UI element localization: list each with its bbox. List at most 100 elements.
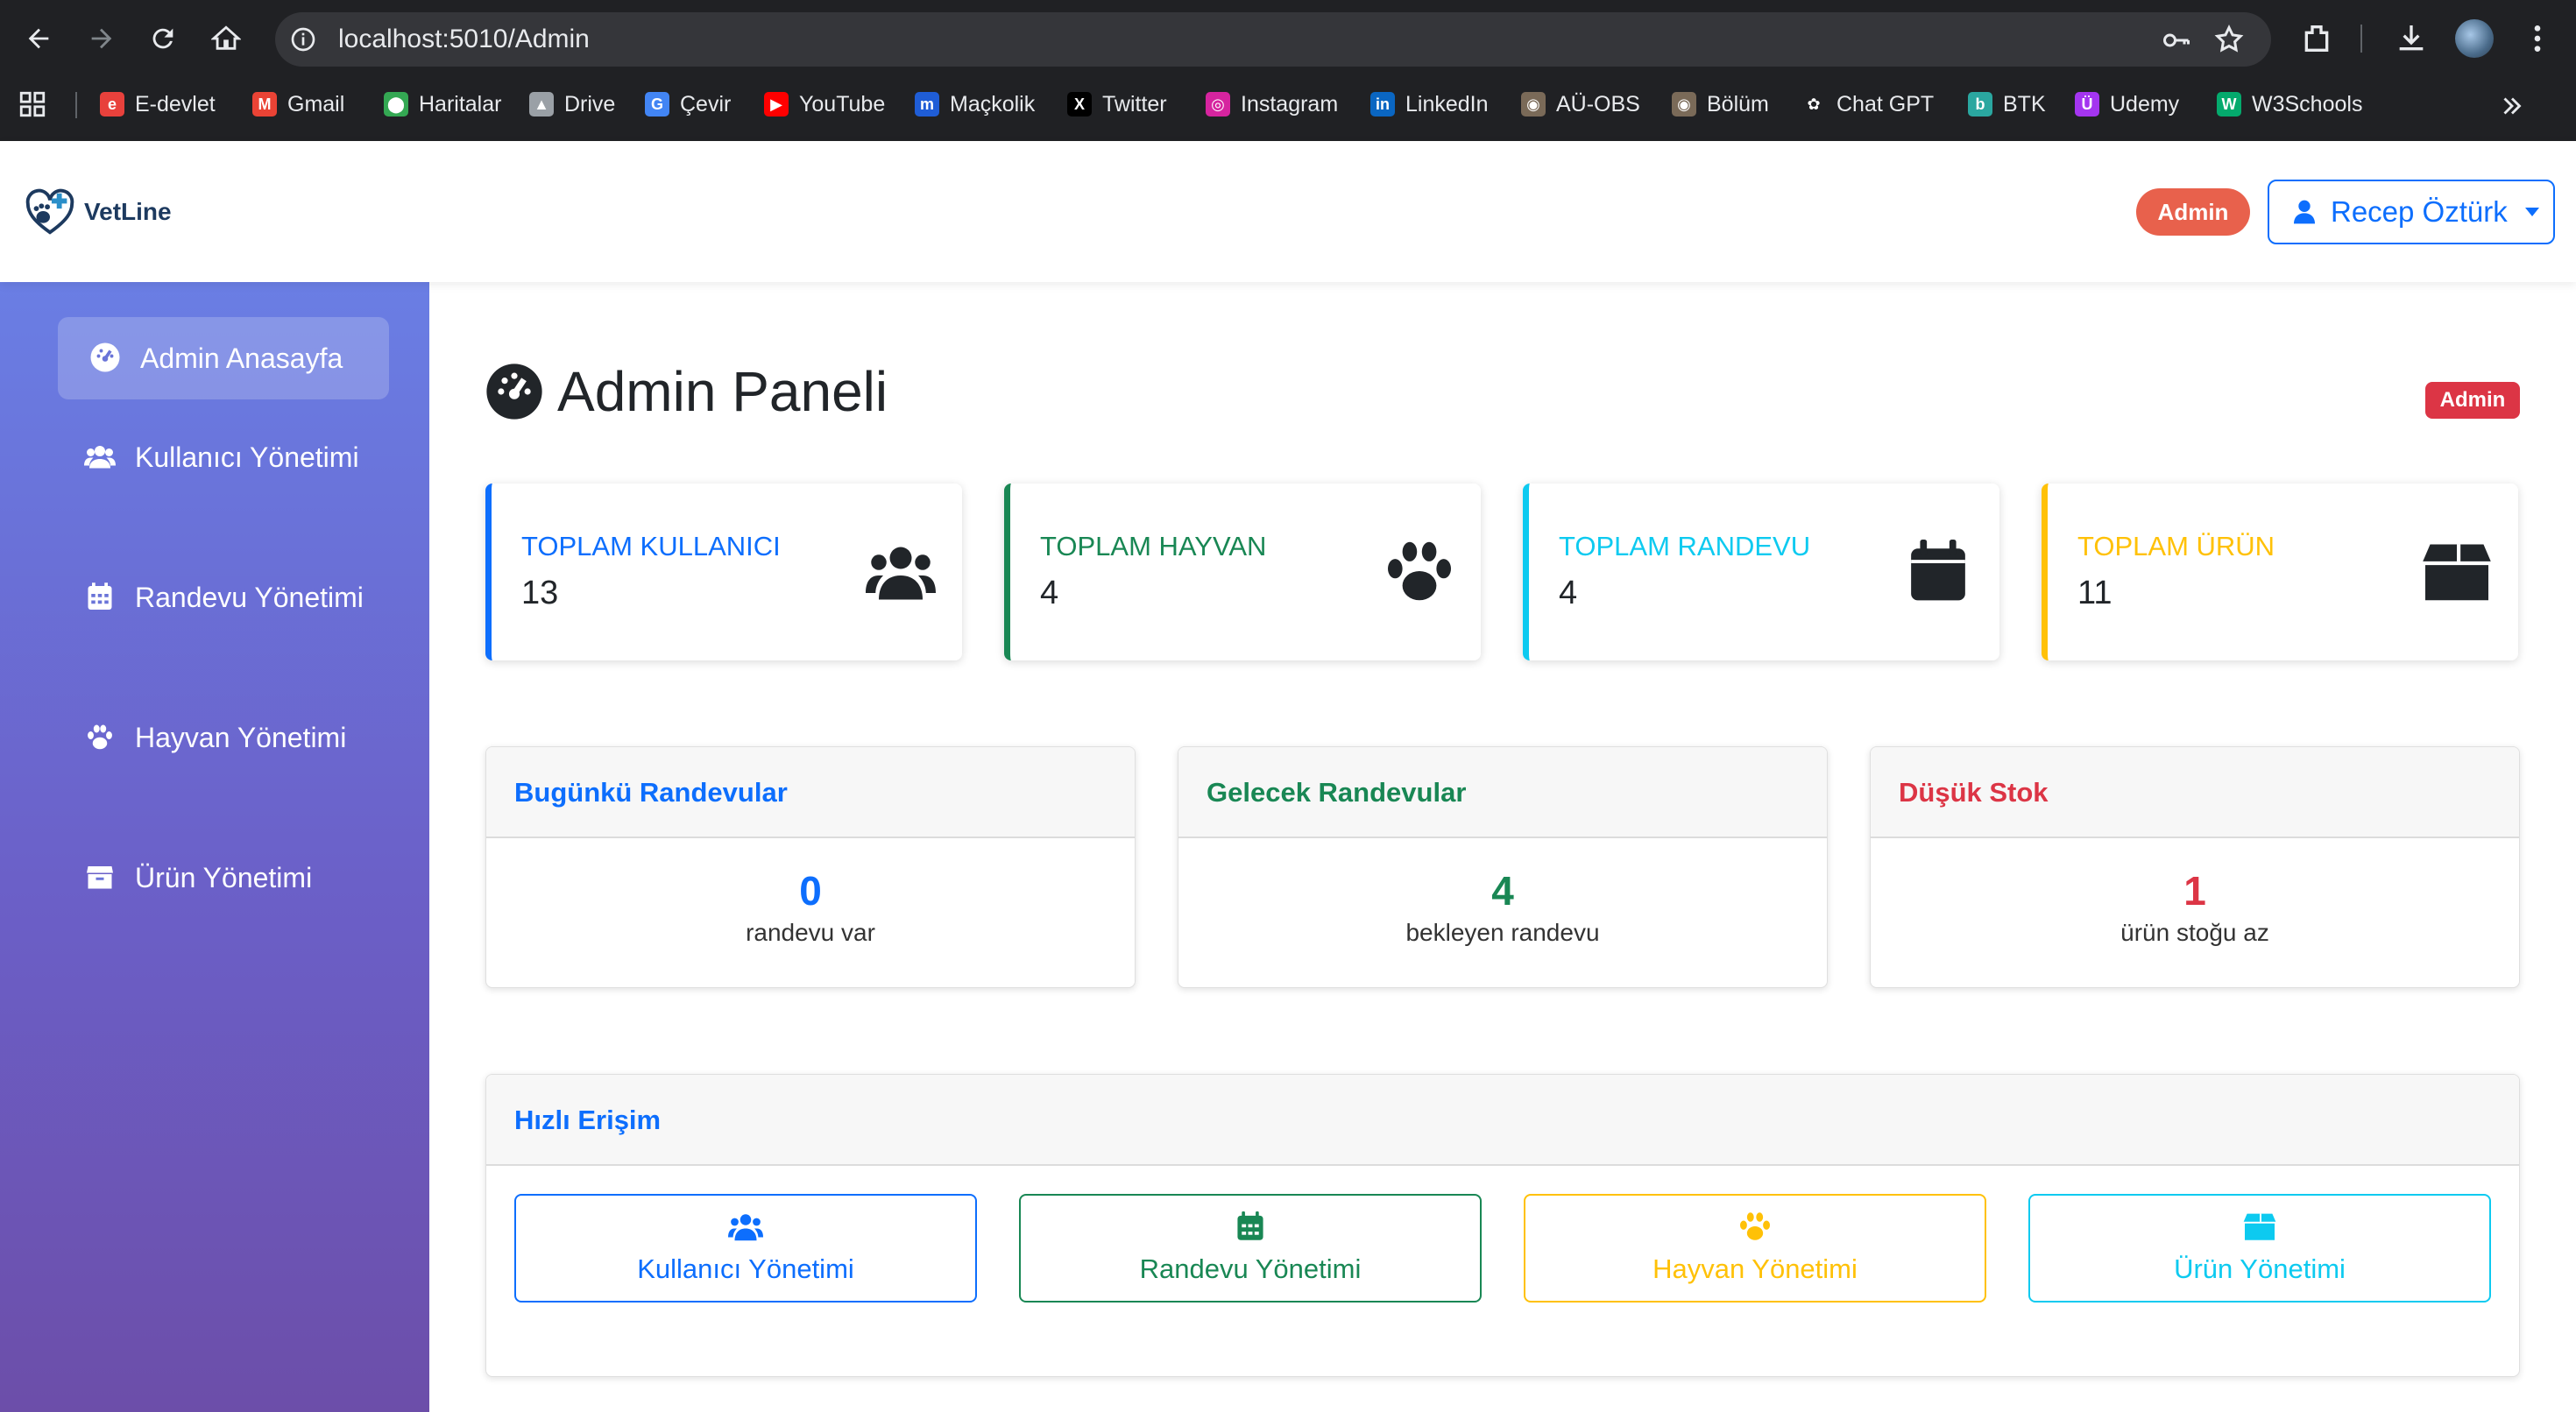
x-icon: X [1067, 92, 1092, 116]
quick-button-label: Hayvan Yönetimi [1652, 1253, 1858, 1284]
panel-number: 0 [799, 868, 822, 914]
box-icon [2423, 544, 2491, 601]
panel-subtitle: bekleyen randevu [1405, 919, 1600, 946]
user-name: Recep Öztürk [2331, 195, 2508, 228]
quick-users-button[interactable]: Kullanıcı Yönetimi [514, 1194, 977, 1303]
panel-upcoming-appointments: Gelecek Randevular 4 bekleyen randevu [1178, 746, 1828, 988]
bookmark-label: Drive [564, 91, 616, 116]
bookmark-w3schools[interactable]: W W3Schools [2217, 84, 2362, 124]
bookmark-label: Gmail [287, 91, 345, 116]
paw-icon [88, 724, 112, 750]
sidebar-item-label: Admin Anasayfa [140, 342, 343, 374]
bookmark-haritalar[interactable]: ⬤ Haritalar [384, 84, 501, 124]
sidebar-item-animals[interactable]: Hayvan Yönetimi [84, 717, 417, 759]
bookmark-udemy[interactable]: Ü Udemy [2075, 84, 2179, 124]
bookmark-ma-kolik[interactable]: m Maçkolik [915, 84, 1035, 124]
bookmark-drive[interactable]: ▲ Drive [529, 84, 615, 124]
brand-name: VetLine [84, 198, 172, 225]
bookmark-instagram[interactable]: ◎ Instagram [1206, 84, 1338, 124]
btk-icon: b [1968, 92, 1992, 116]
bookmark-btk[interactable]: b BTK [1968, 84, 2046, 124]
panel-title: Gelecek Randevular [1178, 747, 1827, 838]
page-title: Admin Paneli [485, 359, 888, 424]
bookmark-b-l-m[interactable]: ◉ Bölüm [1672, 84, 1769, 124]
quick-products-button[interactable]: Ürün Yönetimi [2028, 1194, 2491, 1303]
bookmark-chat-gpt[interactable]: ✿ Chat GPT [1801, 84, 1934, 124]
bookmark-label: E-devlet [135, 91, 216, 116]
role-badge: Admin [2136, 188, 2250, 236]
panel-title: Düşük Stok [1871, 747, 2519, 838]
sidebar: Admin Anasayfa Kullanıcı Yönetimi Randev… [0, 282, 429, 1412]
dashboard-icon [486, 364, 542, 420]
bookmark-label: Haritalar [419, 91, 502, 116]
bookmark-youtube[interactable]: ▶ YouTube [764, 84, 885, 124]
quick-animals-button[interactable]: Hayvan Yönetimi [1524, 1194, 1986, 1303]
bookmark-twitter[interactable]: X Twitter [1067, 84, 1167, 124]
sidebar-item-products[interactable]: Ürün Yönetimi [84, 857, 417, 899]
paw-icon [1388, 541, 1451, 601]
stat-label: TOPLAM KULLANICI [521, 531, 781, 561]
bookmark-label: Çevir [680, 91, 732, 116]
gmail-icon: M [252, 92, 277, 116]
panel-subtitle: randevu var [746, 919, 875, 946]
users-icon [84, 446, 116, 469]
university-seal-icon: ◉ [1521, 92, 1546, 116]
stat-card-products: TOPLAM ÜRÜN 11 [2042, 484, 2518, 660]
app-header: VetLine Admin Recep Öztürk [0, 141, 2576, 282]
caret-down-icon [2524, 208, 2539, 216]
stat-label: TOPLAM ÜRÜN [2077, 531, 2275, 561]
reload-button[interactable] [144, 19, 182, 58]
sidebar-item-appointments[interactable]: Randevu Yönetimi [84, 576, 417, 618]
stat-card-animals: TOPLAM HAYVAN 4 [1004, 484, 1481, 660]
panel-today-appointments: Bugünkü Randevular 0 randevu var [485, 746, 1136, 988]
users-icon [866, 547, 936, 600]
bookmark-star-icon[interactable] [2213, 24, 2245, 55]
forward-button[interactable] [82, 19, 121, 58]
address-bar[interactable]: localhost:5010/Admin [275, 12, 2271, 67]
url-text: localhost:5010/Admin [338, 25, 590, 53]
maps-icon: ⬤ [384, 92, 408, 116]
quick-appointments-button[interactable]: Randevu Yönetimi [1019, 1194, 1482, 1303]
user-menu-button[interactable]: Recep Öztürk [2268, 180, 2555, 244]
sidebar-item-admin-home[interactable]: Admin Anasayfa [89, 337, 387, 379]
sidebar-item-label: Kullanıcı Yönetimi [135, 441, 359, 473]
admin-badge: Admin [2425, 382, 2520, 419]
vetline-logo-icon [25, 188, 74, 235]
w3schools-icon: W [2217, 92, 2241, 116]
stat-value: 13 [521, 575, 559, 611]
translate-icon: G [645, 92, 669, 116]
calendar-icon [1237, 1211, 1263, 1240]
panel-title: Bugünkü Randevular [486, 747, 1135, 838]
bookmark-label: Maçkolik [950, 91, 1036, 116]
main-content: Admin Paneli Admin TOPLAM KULLANICI 13 T… [429, 282, 2576, 1412]
profile-avatar[interactable] [2455, 19, 2494, 58]
chevron-double-right-icon[interactable] [2497, 91, 2527, 121]
bookmark-a-obs[interactable]: ◉ AÜ-OBS [1521, 84, 1640, 124]
box-icon [87, 866, 113, 889]
home-button[interactable] [207, 19, 245, 58]
bookmark-e-devlet[interactable]: e E-devlet [100, 84, 216, 124]
bookmark-gmail[interactable]: M Gmail [252, 84, 344, 124]
drive-icon: ▲ [529, 92, 554, 116]
bookmark-label: Instagram [1241, 91, 1339, 116]
bookmark-linkedin[interactable]: in LinkedIn [1370, 84, 1489, 124]
stat-value: 4 [1559, 575, 1578, 611]
key-icon[interactable] [2161, 25, 2192, 56]
stat-card-users: TOPLAM KULLANICI 13 [485, 484, 962, 660]
more-vert-icon[interactable] [2520, 21, 2555, 56]
browser-chrome: localhost:5010/Admin e E-devlet M Gmail ⬤ Har… [0, 0, 2576, 141]
users-icon [728, 1214, 763, 1241]
calendar-icon [1911, 540, 1965, 601]
site-info-icon[interactable] [289, 25, 317, 53]
extensions-icon[interactable] [2299, 21, 2334, 56]
back-button[interactable] [19, 19, 58, 58]
sidebar-item-label: Ürün Yönetimi [135, 862, 313, 893]
page-title-text: Admin Paneli [557, 360, 888, 423]
brand[interactable]: VetLine [23, 185, 172, 239]
download-icon[interactable] [2394, 21, 2429, 56]
panel-number: 4 [1491, 868, 1514, 914]
stat-label: TOPLAM RANDEVU [1559, 531, 1811, 561]
bookmark--evir[interactable]: G Çevir [645, 84, 731, 124]
panel-number: 1 [2183, 868, 2206, 914]
sidebar-item-users[interactable]: Kullanıcı Yönetimi [84, 436, 417, 478]
